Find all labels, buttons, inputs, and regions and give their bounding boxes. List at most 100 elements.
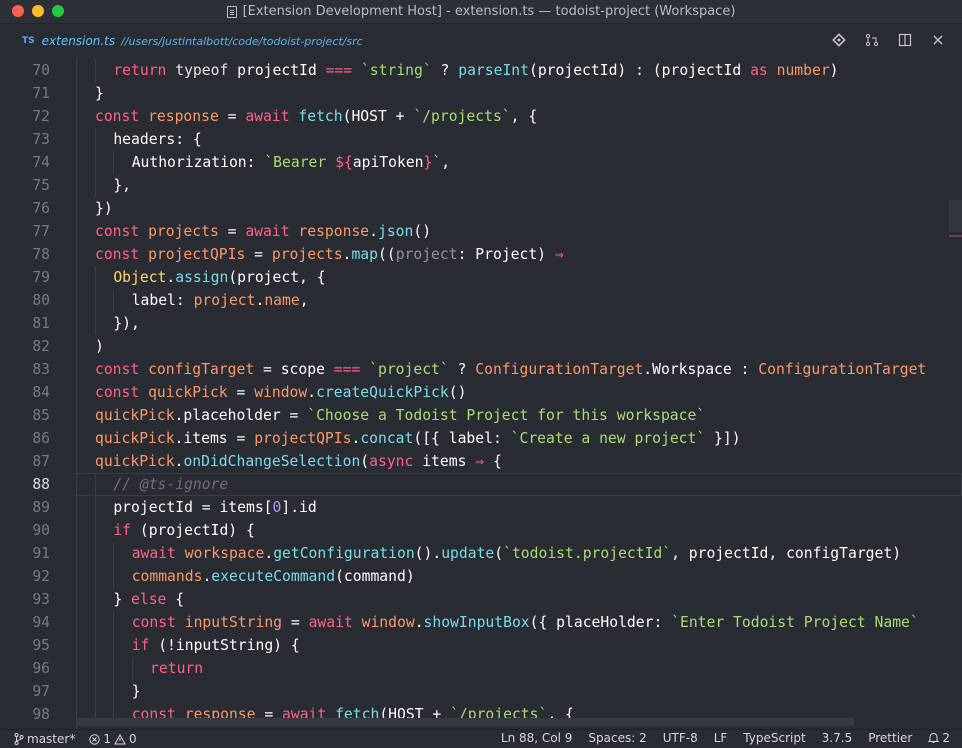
code-token: project [193, 292, 256, 309]
code-token: ? [431, 62, 459, 79]
split-editor-icon[interactable] [897, 32, 913, 48]
minimize-window-button[interactable] [32, 5, 44, 17]
indentation[interactable]: Spaces: 2 [588, 731, 646, 745]
code-line[interactable]: 94 const inputString = await window.showI… [0, 611, 962, 634]
code-token: ) [829, 62, 839, 79]
code-token: , projectId, configTarget) [671, 545, 902, 562]
code-line[interactable]: 77 const projects = await response.json() [0, 220, 962, 243]
code-token: (). [414, 545, 442, 562]
code-line[interactable]: 74 Authorization: `Bearer ${apiToken}`, [0, 151, 962, 174]
git-branch[interactable]: master* [14, 732, 75, 746]
code-token: = [227, 384, 255, 401]
line-number: 90 [32, 522, 50, 539]
code-token: ].id [281, 499, 317, 516]
code-token: = [282, 614, 309, 631]
code-line[interactable]: 72 const response = await fetch(HOST + `/… [0, 105, 962, 128]
code-token: (command) [335, 568, 415, 585]
code-token: apiToken [352, 154, 424, 171]
code-token: } [113, 591, 132, 608]
close-window-button[interactable] [12, 5, 24, 17]
code-line[interactable]: 83 const configTarget = scope === `projec… [0, 358, 962, 381]
git-compare-icon[interactable] [831, 32, 847, 48]
formatter[interactable]: Prettier [868, 731, 912, 745]
code-token: ConfigurationTarget [758, 361, 927, 378]
code-text: if (projectId) { [113, 519, 254, 542]
code-line[interactable]: 81}), [0, 312, 962, 335]
code-line[interactable]: 75}, [0, 174, 962, 197]
git-pull-request-icon[interactable] [864, 32, 880, 48]
code-token: . [369, 223, 378, 240]
code-line[interactable]: 86 quickPick.items = projectQPIs.concat([… [0, 427, 962, 450]
code-line[interactable]: 70 return typeof projectId === `string` ?… [0, 59, 962, 82]
close-icon[interactable] [930, 32, 946, 48]
code-text: quickPick.onDidChangeSelection(async ite… [95, 450, 502, 473]
code-line[interactable]: 95 if (!inputString) { [0, 634, 962, 657]
code-token: fetch [298, 108, 343, 125]
indent-guide [95, 657, 96, 680]
code-line[interactable]: 76}) [0, 197, 962, 220]
line-number: 97 [32, 683, 50, 700]
code-token: () [448, 384, 467, 401]
code-line[interactable]: 80 label: project.name, [0, 289, 962, 312]
code-token: `/projects` [413, 108, 511, 125]
maximize-window-button[interactable] [52, 5, 64, 17]
language-mode[interactable]: TypeScript [743, 731, 805, 745]
code-line[interactable]: 71} [0, 82, 962, 105]
branch-name: master* [27, 732, 76, 746]
code-token: === [325, 62, 353, 79]
code-line[interactable]: 93} else { [0, 588, 962, 611]
vertical-scrollbar[interactable] [949, 57, 962, 729]
code-token: await [245, 108, 290, 125]
indent-guide [95, 542, 96, 565]
code-token: , { [510, 108, 538, 125]
bell-icon [928, 733, 940, 743]
code-line[interactable]: 87 quickPick.onDidChangeSelection(async i… [0, 450, 962, 473]
line-number: 81 [32, 315, 50, 332]
typescript-file-icon: TS [22, 36, 35, 46]
typescript-version[interactable]: 3.7.5 [822, 731, 853, 745]
line-number: 87 [32, 453, 50, 470]
line-number: 83 [32, 361, 50, 378]
indent-guide [131, 657, 133, 680]
notifications[interactable]: 2 [928, 731, 950, 745]
code-line[interactable]: 88 // @ts-ignore [0, 473, 962, 496]
code-line[interactable]: 89 projectId = items[0].id [0, 496, 962, 519]
code-token: `string` [360, 62, 432, 79]
code-line[interactable]: 85 quickPick.placeholder = `Choose a Todo… [0, 404, 962, 427]
code-line[interactable]: 82) [0, 335, 962, 358]
code-line[interactable]: 78 const projectQPIs = projects.map((proj… [0, 243, 962, 266]
cursor-position[interactable]: Ln 88, Col 9 [501, 731, 573, 745]
code-token: (( [378, 246, 396, 263]
indent-guide [95, 565, 96, 588]
code-line[interactable]: 73 headers: { [0, 128, 962, 151]
code-token: response [148, 108, 219, 125]
end-of-line[interactable]: LF [714, 731, 728, 745]
problems-indicator[interactable]: 1 0 [89, 732, 137, 746]
code-line[interactable]: 91 await workspace.getConfiguration().upd… [0, 542, 962, 565]
code-editor[interactable]: 70 return typeof projectId === `string` ?… [0, 57, 962, 729]
code-token: projectQPIs [148, 246, 246, 263]
code-line[interactable]: 96 return [0, 657, 962, 680]
encoding[interactable]: UTF-8 [663, 731, 698, 745]
tab-filename[interactable]: extension.ts [42, 34, 115, 48]
code-text: Authorization: `Bearer ${apiToken}`, [132, 151, 450, 174]
code-line[interactable]: 92 commands.executeCommand(command) [0, 565, 962, 588]
scrollbar-thumb[interactable] [949, 200, 962, 232]
code-token: await [131, 545, 176, 562]
horizontal-scrollbar[interactable] [76, 718, 854, 726]
code-line[interactable]: 84 const quickPick = window.createQuickPi… [0, 381, 962, 404]
code-text: label: project.name, [132, 289, 309, 312]
code-token: } [95, 85, 104, 102]
code-text: quickPick.placeholder = `Choose a Todois… [95, 404, 705, 427]
code-line[interactable]: 90 if (projectId) { [0, 519, 962, 542]
code-text: headers: { [113, 128, 201, 151]
code-line[interactable]: 79 Object.assign(project, { [0, 266, 962, 289]
code-token: (projectId) { [131, 522, 255, 539]
indent-guide [113, 657, 115, 680]
code-line[interactable]: 97} [0, 680, 962, 703]
error-icon [89, 733, 101, 745]
